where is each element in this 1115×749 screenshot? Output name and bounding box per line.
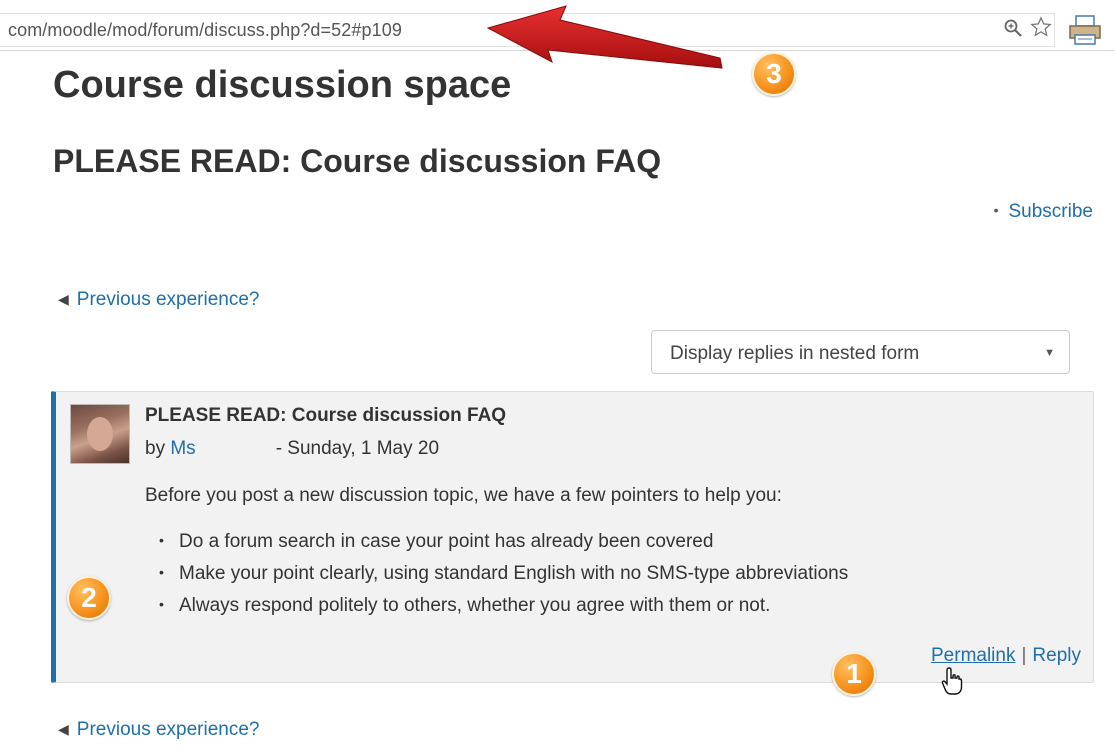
bullet-icon: •	[993, 202, 999, 218]
triangle-left-icon: ◀	[58, 721, 69, 737]
post-intro: Before you post a new discussion topic, …	[145, 485, 782, 506]
reply-link[interactable]: Reply	[1032, 645, 1081, 666]
url-field[interactable]: com/moodle/mod/forum/discuss.php?d=52#p1…	[8, 20, 402, 41]
post-points: • Do a forum search in case your point ha…	[145, 531, 848, 627]
avatar[interactable]	[70, 404, 130, 464]
subscribe-link[interactable]: • Subscribe	[994, 201, 1093, 223]
hand-cursor-icon	[941, 667, 963, 695]
by-prefix: by	[145, 438, 166, 459]
post-subject: PLEASE READ: Course discussion FAQ	[145, 405, 507, 426]
display-mode-select[interactable]: Display replies in nested form ▼	[651, 330, 1070, 374]
prev-link-label: Previous experience?	[76, 289, 260, 310]
triangle-left-icon: ◀	[58, 291, 69, 307]
zoom-icon[interactable]	[1003, 18, 1023, 38]
separator: |	[1021, 645, 1027, 666]
annotation-badge-3: 3	[752, 52, 796, 96]
star-icon[interactable]	[1030, 16, 1052, 38]
permalink-link[interactable]: Permalink	[931, 645, 1015, 666]
previous-discussion-link-bottom[interactable]: ◀ Previous experience?	[58, 719, 260, 741]
post-date: - Sunday, 1 May 20	[275, 438, 440, 459]
display-mode-value: Display replies in nested form	[670, 343, 920, 364]
page-title: Course discussion space	[53, 64, 512, 106]
address-bar: com/moodle/mod/forum/discuss.php?d=52#p1…	[0, 0, 1115, 51]
subscribe-label: Subscribe	[1008, 201, 1094, 222]
list-item: • Always respond politely to others, whet…	[159, 595, 771, 616]
print-icon[interactable]	[1067, 13, 1103, 47]
chevron-down-icon: ▼	[1044, 347, 1055, 359]
post-actions: Permalink | Reply	[931, 645, 1081, 667]
list-item: • Do a forum search in case your point ha…	[159, 531, 714, 552]
forum-post: PLEASE READ: Course discussion FAQ by Ms…	[51, 391, 1094, 683]
author-link[interactable]: Ms	[170, 438, 195, 459]
list-item: • Make your point clearly, using standard…	[159, 563, 849, 584]
discussion-title: PLEASE READ: Course discussion FAQ	[53, 143, 662, 179]
annotation-badge-1: 1	[832, 652, 876, 696]
previous-discussion-link-top[interactable]: ◀ Previous experience?	[58, 289, 260, 311]
post-byline: by Ms - Sunday, 1 May 20	[145, 438, 439, 460]
prev-link-label: Previous experience?	[76, 719, 260, 740]
annotation-badge-2: 2	[67, 576, 111, 620]
